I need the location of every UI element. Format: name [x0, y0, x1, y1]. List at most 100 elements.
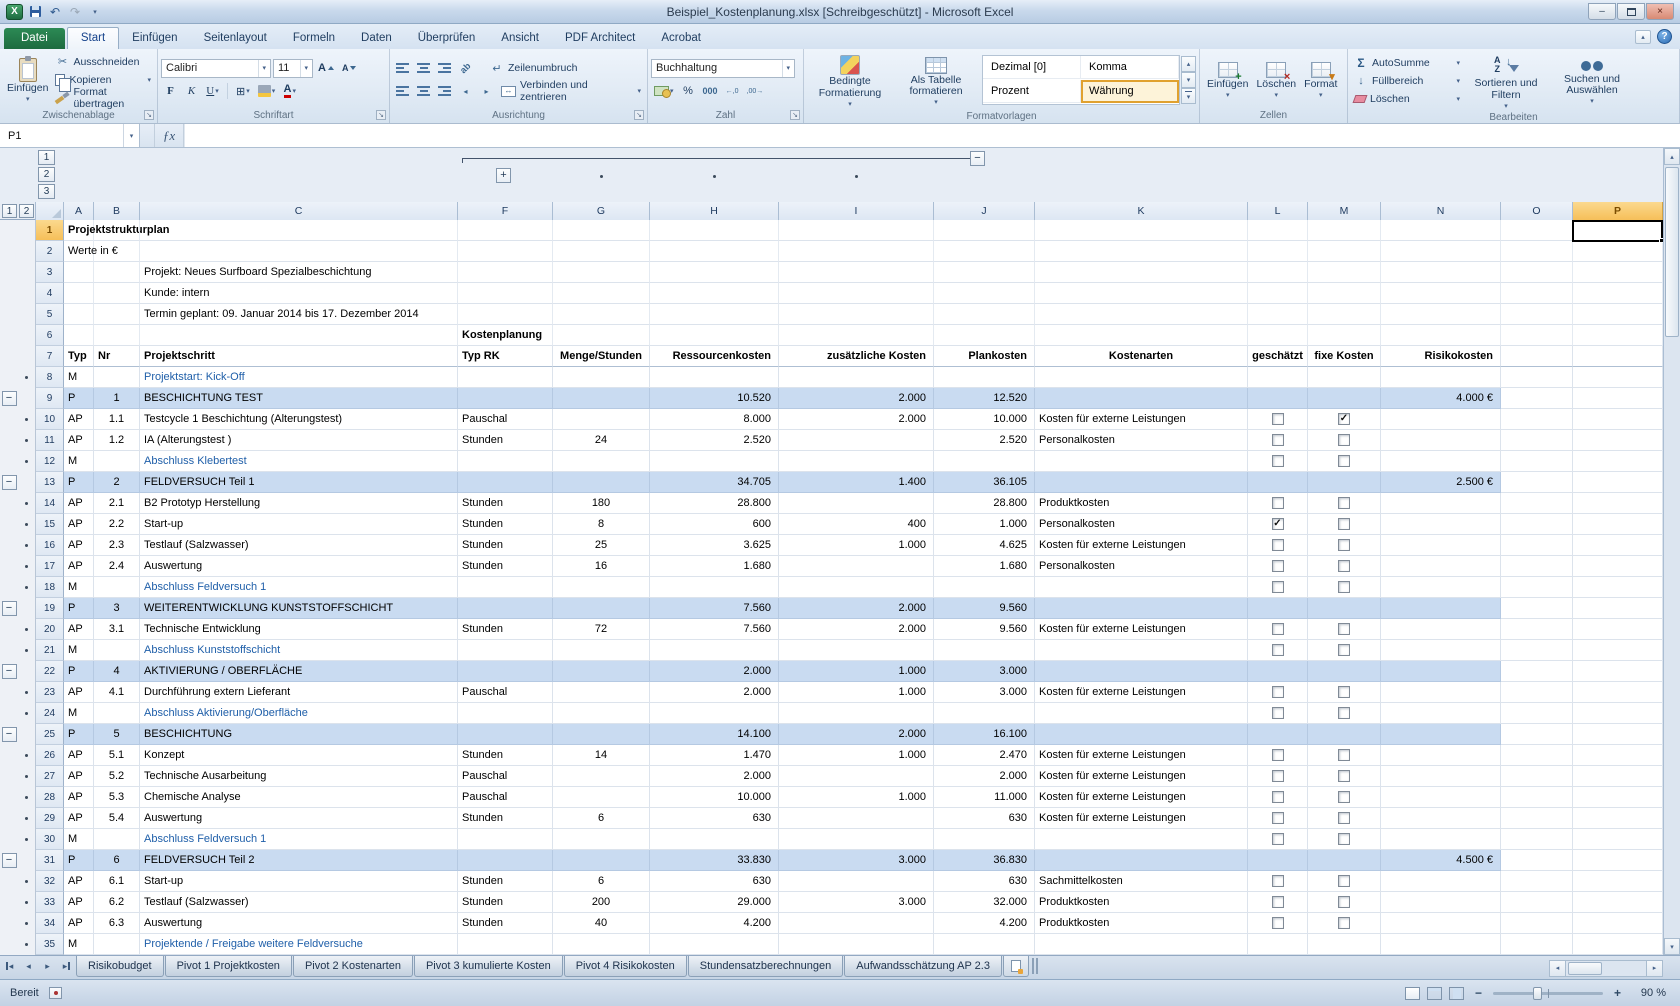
row-header-33[interactable]: 33: [36, 892, 64, 913]
cell-C18[interactable]: Abschluss Feldversuch 1: [140, 577, 458, 598]
cell-K14[interactable]: Produktkosten: [1035, 493, 1248, 514]
conditional-formatting-button[interactable]: Bedingte Formatierung ▾: [808, 51, 892, 110]
cell-K24[interactable]: [1035, 703, 1248, 724]
cell-G15[interactable]: 8: [553, 514, 650, 535]
cell-C29[interactable]: Auswertung: [140, 808, 458, 829]
cell-N17[interactable]: [1381, 556, 1501, 577]
checkbox-L18[interactable]: [1272, 581, 1284, 593]
cell-M13[interactable]: [1308, 472, 1381, 493]
cell-C30[interactable]: Abschluss Feldversuch 1: [140, 829, 458, 850]
row-header-6[interactable]: 6: [36, 325, 64, 346]
cell-O31[interactable]: [1501, 850, 1573, 871]
zoom-level[interactable]: 90 %: [1632, 987, 1666, 999]
sheet-tab-7[interactable]: Aufwandsschätzung AP 2.3: [844, 956, 1002, 977]
sheet-tab-2[interactable]: Pivot 1 Projektkosten: [165, 956, 292, 977]
cell-L3[interactable]: [1248, 262, 1308, 283]
cell-C24[interactable]: Abschluss Aktivierung/Oberfläche: [140, 703, 458, 724]
cell-J7[interactable]: Plankosten: [934, 346, 1035, 367]
cell-K17[interactable]: Personalkosten: [1035, 556, 1248, 577]
row-header-7[interactable]: 7: [36, 346, 64, 367]
cell-A1[interactable]: Projektstrukturplan: [64, 220, 94, 241]
row-header-28[interactable]: 28: [36, 787, 64, 808]
autosum-button[interactable]: ΣAutoSumme▾: [1351, 54, 1463, 72]
cell-C11[interactable]: IA (Alterungstest ): [140, 430, 458, 451]
cell-K35[interactable]: [1035, 934, 1248, 955]
sort-filter-button[interactable]: AZ↓ Sortieren und Filtern ▾: [1464, 51, 1548, 112]
cell-M3[interactable]: [1308, 262, 1381, 283]
checkbox-M20[interactable]: [1338, 623, 1350, 635]
cell-H32[interactable]: 630: [650, 871, 779, 892]
cell-G4[interactable]: [553, 283, 650, 304]
cell-M4[interactable]: [1308, 283, 1381, 304]
sheet-tab-4[interactable]: Pivot 3 kumulierte Kosten: [414, 956, 563, 977]
ribbon-tab-daten[interactable]: Daten: [348, 28, 405, 49]
cell-F26[interactable]: Stunden: [458, 745, 553, 766]
cell-O23[interactable]: [1501, 682, 1573, 703]
cell-J33[interactable]: 32.000: [934, 892, 1035, 913]
cell-N34[interactable]: [1381, 913, 1501, 934]
cell-K1[interactable]: [1035, 220, 1248, 241]
cell-L30[interactable]: [1248, 829, 1308, 850]
minimize-window-button[interactable]: –: [1588, 3, 1616, 20]
cell-I5[interactable]: [779, 304, 934, 325]
cell-H34[interactable]: 4.200: [650, 913, 779, 934]
cell-L33[interactable]: [1248, 892, 1308, 913]
cell-I18[interactable]: [779, 577, 934, 598]
align-left-button[interactable]: [393, 82, 412, 101]
cell-H15[interactable]: 600: [650, 514, 779, 535]
collapse-row-group-button-9[interactable]: −: [2, 391, 17, 406]
macro-record-button[interactable]: [49, 987, 62, 999]
cell-G19[interactable]: [553, 598, 650, 619]
cell-G31[interactable]: [553, 850, 650, 871]
cell-C17[interactable]: Auswertung: [140, 556, 458, 577]
cell-I10[interactable]: 2.000: [779, 409, 934, 430]
cell-L10[interactable]: [1248, 409, 1308, 430]
cell-A20[interactable]: AP: [64, 619, 94, 640]
cell-P13[interactable]: [1573, 472, 1663, 493]
cell-P31[interactable]: [1573, 850, 1663, 871]
checkbox-M15[interactable]: [1338, 518, 1350, 530]
cell-B10[interactable]: 1.1: [94, 409, 140, 430]
percent-style-button[interactable]: %: [679, 82, 698, 101]
cell-C20[interactable]: Technische Entwicklung: [140, 619, 458, 640]
formula-input[interactable]: [184, 124, 1680, 147]
ribbon-tab-acrobat[interactable]: Acrobat: [648, 28, 714, 49]
cell-P4[interactable]: [1573, 283, 1663, 304]
cell-P26[interactable]: [1573, 745, 1663, 766]
ribbon-tab-pdf-architect[interactable]: PDF Architect: [552, 28, 648, 49]
cell-I30[interactable]: [779, 829, 934, 850]
vertical-scroll-thumb[interactable]: [1665, 167, 1679, 337]
collapse-row-group-button-22[interactable]: −: [2, 664, 17, 679]
column-header-H[interactable]: H: [650, 202, 779, 220]
cell-O13[interactable]: [1501, 472, 1573, 493]
cell-K10[interactable]: Kosten für externe Leistungen: [1035, 409, 1248, 430]
alignment-dialog-launcher[interactable]: ↘: [634, 110, 644, 120]
cell-F31[interactable]: [458, 850, 553, 871]
cell-M1[interactable]: [1308, 220, 1381, 241]
cell-N4[interactable]: [1381, 283, 1501, 304]
cell-O1[interactable]: [1501, 220, 1573, 241]
cell-J24[interactable]: [934, 703, 1035, 724]
cell-C12[interactable]: Abschluss Klebertest: [140, 451, 458, 472]
cell-L29[interactable]: [1248, 808, 1308, 829]
cell-C23[interactable]: Durchführung extern Lieferant: [140, 682, 458, 703]
column-header-K[interactable]: K: [1035, 202, 1248, 220]
column-header-J[interactable]: J: [934, 202, 1035, 220]
sheet-tab-3[interactable]: Pivot 2 Kostenarten: [293, 956, 413, 977]
cell-K4[interactable]: [1035, 283, 1248, 304]
maximize-window-button[interactable]: [1617, 3, 1645, 20]
ribbon-tab-seitenlayout[interactable]: Seitenlayout: [191, 28, 280, 49]
cell-A22[interactable]: P: [64, 661, 94, 682]
cell-H2[interactable]: [650, 241, 779, 262]
cell-P14[interactable]: [1573, 493, 1663, 514]
cell-B15[interactable]: 2.2: [94, 514, 140, 535]
cell-M8[interactable]: [1308, 367, 1381, 388]
row-header-11[interactable]: 11: [36, 430, 64, 451]
italic-button[interactable]: K: [182, 82, 201, 101]
horizontal-scrollbar[interactable]: ◂ ▸: [1549, 956, 1680, 980]
checkbox-M29[interactable]: [1338, 812, 1350, 824]
format-painter-button[interactable]: Format übertragen: [52, 89, 154, 107]
cell-I7[interactable]: zusätzliche Kosten: [779, 346, 934, 367]
cell-F3[interactable]: [458, 262, 553, 283]
cell-M35[interactable]: [1308, 934, 1381, 955]
